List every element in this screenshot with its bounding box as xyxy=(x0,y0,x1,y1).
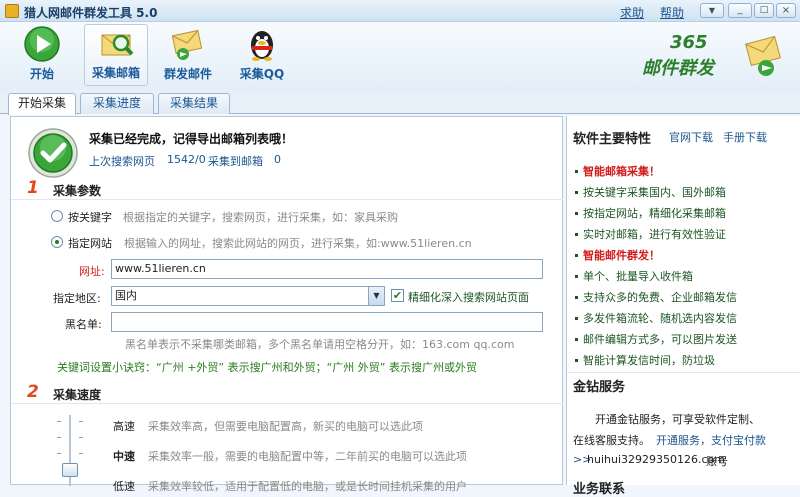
about-link[interactable]: 帮助 xyxy=(660,4,684,21)
gold-service-text: 在线客服支持。 xyxy=(573,434,650,447)
start-button[interactable]: 开始 xyxy=(10,24,74,86)
keyword-radio[interactable] xyxy=(51,210,63,222)
maximize-button[interactable]: □ xyxy=(754,3,774,18)
feature-item: 按指定网站，精细化采集邮箱 xyxy=(573,205,726,221)
open-service-link[interactable]: 开通服务，支付宝付款 xyxy=(656,432,766,448)
site-option-desc: 根据输入的网址，搜索此网站的网页，进行采集，如:www.51lieren.cn xyxy=(124,237,472,250)
blacklist-hint: 黑名单表示不采集哪类邮箱，多个黑名单请用空格分开，如：163.com qq.co… xyxy=(125,338,515,351)
tab-collect-results[interactable]: 采集结果 xyxy=(158,93,230,114)
tab-start-collect[interactable]: 开始采集 xyxy=(8,93,76,115)
slider-tick xyxy=(57,421,61,422)
title-bar: 猎人网邮件群发工具 5.0 求助 帮助 ▼ _ □ × xyxy=(0,0,800,22)
slider-tick xyxy=(57,453,61,454)
menu-dropdown-button[interactable]: ▼ xyxy=(700,3,724,18)
qq-penguin-icon xyxy=(251,31,273,61)
keyword-tip: 关键词设置小诀窍：“广州 +外贸” 表示搜广州和外贸；“广州 外贸” 表示搜广州… xyxy=(57,361,477,374)
speed-high-desc: 采集效率高，但需要电脑配置高，新买的电脑可以选此项 xyxy=(148,420,423,433)
site-radio[interactable] xyxy=(51,236,63,248)
section-title: 采集参数 xyxy=(53,184,102,198)
slider-thumb[interactable] xyxy=(62,463,78,477)
deep-search-checkbox[interactable]: ✔ xyxy=(391,289,404,302)
params-section-header: 1 采集参数 xyxy=(11,178,563,200)
tab-strip: 开始采集 采集进度 采集结果 xyxy=(0,90,800,115)
region-select[interactable]: 国内 ▼ xyxy=(111,286,385,306)
account-suffix: 账号 xyxy=(706,455,728,468)
official-download-link[interactable]: 官网下载 xyxy=(669,129,713,145)
collect-email-button[interactable]: 采集邮箱 xyxy=(84,24,148,86)
start-button-label: 开始 xyxy=(29,67,54,81)
features-sidebar: 软件主要特性 官网下载 手册下载 智能邮箱采集！ 按关键字采集国内、国外邮箱 按… xyxy=(566,116,800,497)
brand-logo: 365 邮件群发 xyxy=(640,32,790,86)
business-contact-title: 业务联系 xyxy=(573,482,626,497)
region-label: 指定地区: xyxy=(53,292,101,305)
main-toolbar: 开始 采集邮箱 群发邮件 采集QQ 365 邮件群发 xyxy=(0,22,800,90)
speed-section-header: 2 采集速度 xyxy=(11,382,563,404)
collect-email-label: 采集邮箱 xyxy=(91,66,140,80)
slider-tick xyxy=(57,437,61,438)
gold-service-title: 金钻服务 xyxy=(573,380,626,395)
keyword-option-desc: 根据指定的关键字，搜索网页，进行采集，如：家具采购 xyxy=(123,211,398,224)
section-number: 1 xyxy=(27,178,39,198)
url-input[interactable]: www.51lieren.cn xyxy=(111,259,543,279)
sidebar-divider xyxy=(567,372,800,373)
blacklist-input[interactable] xyxy=(111,312,543,332)
section-number: 2 xyxy=(27,382,39,402)
feature-item: 邮件编辑方式多，可以图片发送 xyxy=(573,331,737,347)
collect-settings-panel: 采集已经完成，记得导出邮箱列表哦！ 上次搜索网页 1542/0 采集到邮箱 0 … xyxy=(10,116,563,493)
features-title: 软件主要特性 xyxy=(573,132,652,147)
manual-download-link[interactable]: 手册下载 xyxy=(723,129,767,145)
envelope-icon xyxy=(745,35,781,76)
speed-medium-desc: 采集效率一般，需要的电脑配置中等，二年前买的电脑可以选此项 xyxy=(148,450,467,463)
minimize-button[interactable]: _ xyxy=(728,3,752,18)
feature-item: 单个、批量导入收件箱 xyxy=(573,268,693,284)
slider-tick xyxy=(79,437,83,438)
logo-number: 365 xyxy=(670,32,708,53)
last-search-label: 上次搜索网页 xyxy=(89,155,155,168)
app-icon xyxy=(5,4,19,18)
slider-tick xyxy=(79,421,83,422)
feature-item: 实时对邮箱，进行有效性验证 xyxy=(573,226,726,242)
slider-tick xyxy=(79,453,83,454)
play-icon xyxy=(24,26,60,62)
feature-item: 多发件箱流轮、随机选内容发信 xyxy=(573,310,737,326)
collect-qq-button[interactable]: 采集QQ xyxy=(230,24,294,86)
mass-mail-label: 群发邮件 xyxy=(163,67,212,81)
speed-high-label[interactable]: 高速 xyxy=(113,418,135,434)
region-select-value: 国内 xyxy=(115,289,137,302)
section-title: 采集速度 xyxy=(53,388,102,402)
speed-medium-label[interactable]: 中速 xyxy=(113,448,135,464)
tab-collect-progress[interactable]: 采集进度 xyxy=(80,93,154,114)
collect-qq-label: 采集QQ xyxy=(239,67,285,81)
status-message: 采集已经完成，记得导出邮箱列表哦！ xyxy=(89,132,294,146)
mail-send-icon xyxy=(171,29,203,60)
logo-text: 邮件群发 xyxy=(642,58,714,79)
help-link[interactable]: 求助 xyxy=(620,4,644,21)
blacklist-label: 黑名单: xyxy=(65,318,102,331)
speed-low-label[interactable]: 低速 xyxy=(113,478,135,494)
found-email-value: 0 xyxy=(274,153,281,166)
feature-item: 智能邮箱采集！ xyxy=(573,163,660,179)
feature-item: 支持众多的免费、企业邮箱发信 xyxy=(573,289,737,305)
last-search-value: 1542/0 xyxy=(167,153,206,166)
alipay-account: huihui32929350126.com xyxy=(587,453,725,466)
found-email-label: 采集到邮箱 xyxy=(208,155,263,168)
feature-item: 智能邮件群发！ xyxy=(573,247,660,263)
speed-low-desc: 采集效率较低，适用于配置低的电脑，或是长时间挂机采集的用户 xyxy=(148,480,467,493)
gold-service-text: 开通金钻服务，可享受软件定制、 xyxy=(595,413,760,426)
search-mail-icon xyxy=(101,34,134,56)
mass-mail-button[interactable]: 群发邮件 xyxy=(156,24,220,86)
close-button[interactable]: × xyxy=(776,3,796,18)
keyword-option-label[interactable]: 按关键字 xyxy=(68,209,112,225)
speed-slider[interactable] xyxy=(55,415,85,486)
chevron-down-icon[interactable]: ▼ xyxy=(368,287,384,305)
window-title: 猎人网邮件群发工具 5.0 xyxy=(24,6,158,20)
url-label: 网址: xyxy=(79,265,105,278)
site-option-label[interactable]: 指定网站 xyxy=(68,235,112,251)
deep-search-label[interactable]: 精细化深入搜索网站页面 xyxy=(408,289,529,305)
feature-item: 智能计算发信时间，防垃圾 xyxy=(573,352,715,368)
feature-item: 按关键字采集国内、国外邮箱 xyxy=(573,184,726,200)
checkmark-icon xyxy=(28,128,78,178)
